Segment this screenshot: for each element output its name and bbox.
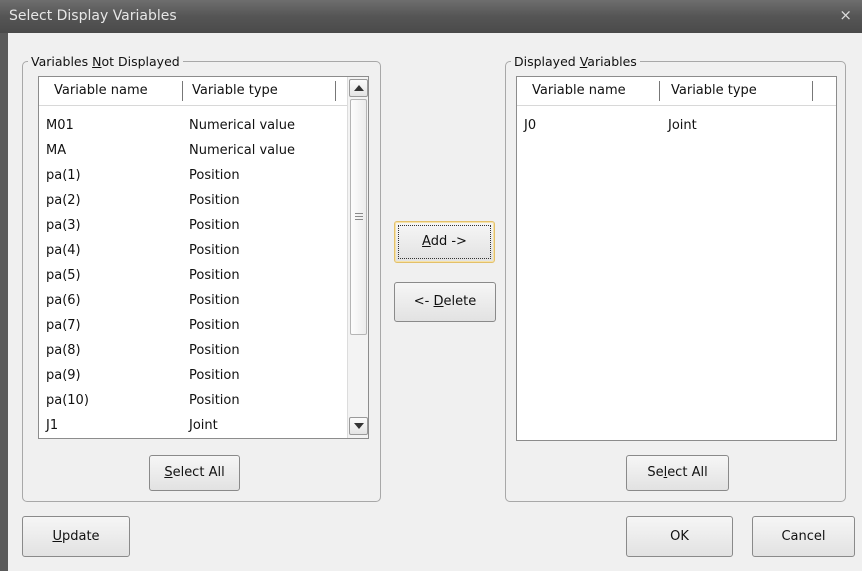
dialog-title: Select Display Variables — [9, 8, 177, 24]
grip-icon — [355, 216, 363, 217]
variable-name-cell: MA — [46, 143, 67, 158]
column-header-variable-type[interactable]: Variable type — [192, 83, 278, 98]
variable-name-cell: pa(3) — [46, 218, 81, 233]
vertical-scrollbar[interactable] — [347, 77, 368, 438]
variable-name-cell: pa(2) — [46, 193, 81, 208]
focus-rect — [398, 225, 491, 259]
list-header: Variable name Variable type — [517, 77, 836, 106]
scroll-down-button[interactable] — [349, 417, 368, 435]
window-frame-edge — [0, 33, 8, 571]
list-item[interactable]: pa(10) Position — [39, 389, 344, 414]
list-item[interactable]: J0 Joint — [517, 114, 836, 139]
column-separator[interactable] — [182, 81, 183, 101]
update-button[interactable]: Update — [22, 516, 130, 557]
variable-type-cell: Position — [189, 218, 240, 233]
not-displayed-list[interactable]: Variable name Variable type M01 Numerica… — [38, 76, 369, 439]
scroll-up-button[interactable] — [349, 79, 368, 97]
variable-name-cell: J0 — [524, 118, 537, 133]
column-separator[interactable] — [335, 81, 336, 101]
column-header-variable-type[interactable]: Variable type — [671, 83, 757, 98]
variable-type-cell: Position — [189, 318, 240, 333]
list-item[interactable]: pa(8) Position — [39, 339, 344, 364]
column-header-variable-name[interactable]: Variable name — [532, 83, 626, 98]
grip-icon — [355, 219, 363, 220]
variables-not-displayed-group: Variables Not Displayed Variable name Va… — [22, 54, 381, 502]
variable-type-cell: Position — [189, 343, 240, 358]
variable-type-cell: Position — [189, 293, 240, 308]
cancel-button[interactable]: Cancel — [752, 516, 855, 557]
select-all-not-displayed-button[interactable]: Select All — [149, 455, 240, 491]
list-header: Variable name Variable type — [39, 77, 348, 106]
variable-type-cell: Joint — [668, 118, 697, 133]
variable-name-cell: pa(8) — [46, 343, 81, 358]
column-separator[interactable] — [812, 81, 813, 101]
list-item[interactable]: pa(2) Position — [39, 189, 344, 214]
add-button[interactable]: Add -> — [394, 221, 495, 263]
select-all-displayed-button[interactable]: Select All — [626, 455, 729, 491]
arrow-up-icon — [354, 85, 364, 91]
arrow-down-icon — [354, 423, 364, 429]
variable-type-cell: Position — [189, 393, 240, 408]
column-separator[interactable] — [659, 81, 660, 101]
scroll-thumb[interactable] — [350, 99, 367, 335]
list-item[interactable]: MA Numerical value — [39, 139, 344, 164]
variable-type-cell: Joint — [189, 418, 218, 433]
variables-not-displayed-legend: Variables Not Displayed — [28, 54, 183, 69]
title-bar: Select Display Variables × — [0, 0, 862, 33]
ok-button[interactable]: OK — [626, 516, 733, 557]
variable-name-cell: pa(10) — [46, 393, 89, 408]
variable-type-cell: Position — [189, 168, 240, 183]
variable-type-cell: Numerical value — [189, 143, 295, 158]
list-item[interactable]: pa(3) Position — [39, 214, 344, 239]
displayed-variables-legend: Displayed Variables — [511, 54, 640, 69]
variable-type-cell: Position — [189, 368, 240, 383]
variable-type-cell: Position — [189, 243, 240, 258]
variable-type-cell: Position — [189, 268, 240, 283]
list-item[interactable]: pa(9) Position — [39, 364, 344, 389]
variable-name-cell: M01 — [46, 118, 74, 133]
close-icon[interactable]: × — [839, 6, 852, 24]
list-item[interactable]: pa(5) Position — [39, 264, 344, 289]
delete-button[interactable]: <- Delete — [394, 282, 496, 322]
list-item[interactable]: pa(7) Position — [39, 314, 344, 339]
variable-name-cell: pa(4) — [46, 243, 81, 258]
displayed-variables-group: Displayed Variables Variable name Variab… — [505, 54, 846, 502]
variable-type-cell: Position — [189, 193, 240, 208]
variable-name-cell: J1 — [46, 418, 59, 433]
list-item[interactable]: pa(4) Position — [39, 239, 344, 264]
variable-name-cell: pa(5) — [46, 268, 81, 283]
variable-type-cell: Numerical value — [189, 118, 295, 133]
displayed-list[interactable]: Variable name Variable type J0 Joint — [516, 76, 837, 441]
grip-icon — [355, 213, 363, 214]
list-item[interactable]: pa(6) Position — [39, 289, 344, 314]
variable-name-cell: pa(1) — [46, 168, 81, 183]
list-item[interactable]: J1 Joint — [39, 414, 344, 438]
variable-name-cell: pa(7) — [46, 318, 81, 333]
variable-name-cell: pa(6) — [46, 293, 81, 308]
column-header-variable-name[interactable]: Variable name — [54, 83, 148, 98]
list-item[interactable]: pa(1) Position — [39, 164, 344, 189]
list-item[interactable]: M01 Numerical value — [39, 114, 344, 139]
variable-name-cell: pa(9) — [46, 368, 81, 383]
